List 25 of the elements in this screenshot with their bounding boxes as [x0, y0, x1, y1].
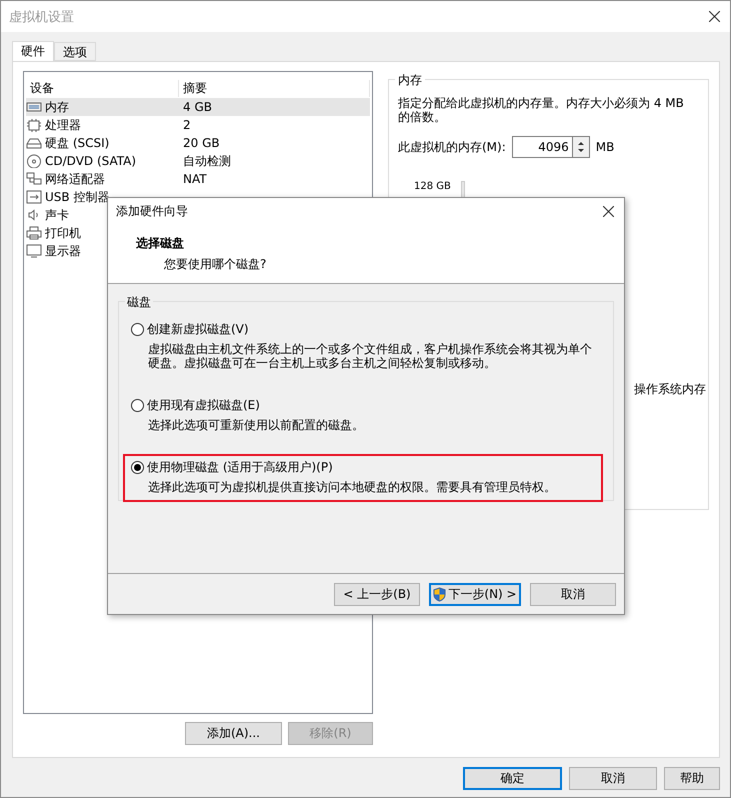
step-heading: 选择磁盘: [136, 235, 185, 252]
scale-label: 128 GB: [414, 181, 451, 192]
step-subheading: 您要使用哪个磁盘?: [164, 256, 268, 273]
device-name: 内存: [45, 98, 69, 116]
device-summary: 4 GB: [182, 100, 213, 114]
unit-label: MB: [596, 140, 614, 154]
memory-note: 操作系统内存: [634, 381, 706, 397]
device-name: 显示器: [45, 242, 81, 260]
device-name: 硬盘 (SCSI): [45, 134, 110, 152]
device-name: 声卡: [45, 206, 69, 224]
device-summary: NAT: [182, 172, 208, 186]
dialog-title: 添加硬件向导: [116, 203, 188, 220]
memory-description: 指定分配给此虚拟机的内存量。内存大小必须为 4 MB 的倍数。: [398, 96, 685, 124]
device-name: 网络适配器: [45, 170, 105, 188]
device-name: CD/DVD (SATA): [45, 154, 136, 168]
device-summary: 自动检测: [182, 152, 232, 170]
option-description: 虚拟磁盘由主机文件系统上的一个或多个文件组成，客户机操作系统会将其视为单个硬盘。虚拟磁盘可在一台主机上或多台主机之间轻松复制或移动。: [148, 342, 593, 370]
option-description: 选择此选项可重新使用以前配置的磁盘。: [148, 418, 365, 432]
window-title: 虚拟机设置: [9, 8, 74, 26]
device-name: 处理器: [45, 116, 81, 134]
device-summary: 2: [182, 118, 192, 132]
field-label: 此虚拟机的内存(M):: [398, 138, 506, 156]
device-summary: 20 GB: [182, 136, 221, 150]
device-name: 打印机: [45, 224, 81, 242]
option-description: 选择此选项可为虚拟机提供直接访问本地硬盘的权限。需要具有管理员特权。: [148, 480, 557, 494]
